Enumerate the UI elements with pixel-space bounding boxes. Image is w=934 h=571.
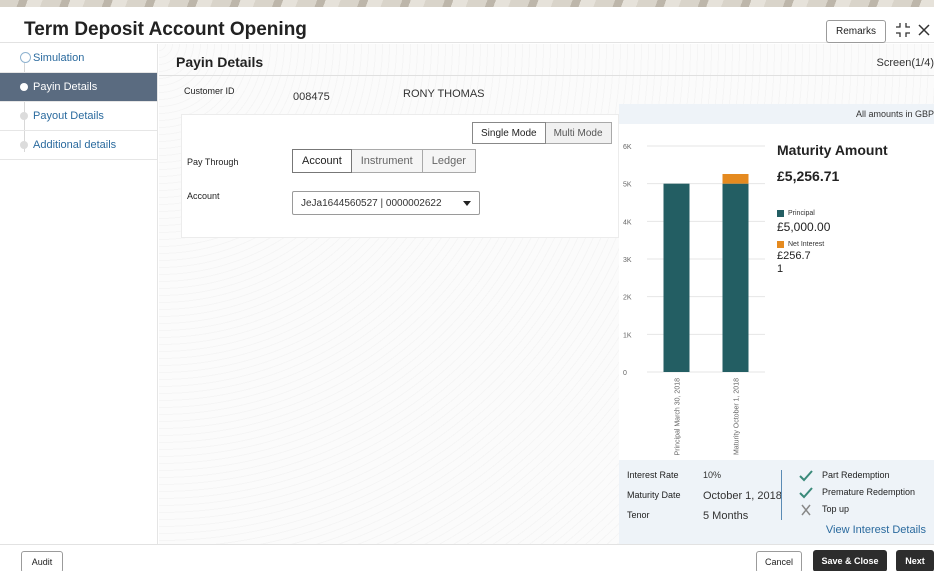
interest-legend-swatch xyxy=(777,241,784,248)
maturity-date-label: Maturity Date xyxy=(627,490,681,500)
pay-ledger-button[interactable]: Ledger xyxy=(422,149,476,173)
interest-value: £256.7 xyxy=(777,250,811,262)
customer-name: RONY THOMAS xyxy=(403,88,485,100)
y-tick-label: 5K xyxy=(623,182,632,189)
account-select-value: JeJa1644560527 | 0000002622 xyxy=(301,197,442,209)
bar-principal xyxy=(722,183,749,372)
maturity-amount: £5,256.71 xyxy=(777,168,840,184)
pay-through-label: Pay Through xyxy=(187,157,239,167)
section-title: Payin Details xyxy=(176,54,264,70)
step-dot xyxy=(20,112,28,120)
sidebar-item-label: Payout Details xyxy=(33,110,104,122)
y-tick-label: 2K xyxy=(623,295,632,302)
x-tick-label: Principal March 30, 2018 xyxy=(675,378,682,456)
bar-net-interest xyxy=(722,173,749,184)
part-redemption-label: Part Redemption xyxy=(822,470,890,480)
account-select[interactable]: JeJa1644560527 | 0000002622 xyxy=(292,191,480,215)
bar-principal xyxy=(663,183,690,372)
sidebar-item-label: Payin Details xyxy=(33,81,98,93)
y-tick-label: 6K xyxy=(623,144,632,151)
maturity-date-value: October 1, 2018 xyxy=(703,490,782,502)
single-mode-button[interactable]: Single Mode xyxy=(472,122,546,144)
top-decorative-strip xyxy=(0,0,934,7)
y-tick-label: 4K xyxy=(623,219,632,226)
y-tick-label: 0 xyxy=(623,370,627,377)
mode-toggle: Single Mode Multi Mode xyxy=(472,122,612,144)
next-button[interactable]: Next xyxy=(896,550,934,571)
maturity-chart: 0 1K 2K 3K 4K 5K 6K Principal March 30, 2018 Mat… xyxy=(623,144,765,456)
chart-card: 0 1K 2K 3K 4K 5K 6K Principal March 30, 2018 Mat… xyxy=(619,124,934,460)
cross-icon xyxy=(801,504,811,516)
sidebar-item-label: Additional details xyxy=(33,139,117,151)
pay-through-toggle: Account Instrument Ledger xyxy=(292,149,476,173)
sidebar-item-label: Simulation xyxy=(33,52,85,64)
top-up-label: Top up xyxy=(822,504,850,514)
customer-id-label: Customer ID xyxy=(184,86,235,96)
premature-redemption-label: Premature Redemption xyxy=(822,487,916,497)
page-title: Term Deposit Account Opening xyxy=(24,19,307,40)
audit-button[interactable]: Audit xyxy=(21,551,63,571)
expand-icon[interactable] xyxy=(895,22,911,38)
amounts-note: All amounts in GBP xyxy=(855,109,934,119)
sidebar-item-additional-details[interactable]: Additional details xyxy=(0,131,157,160)
screen-indicator: Screen(1/4) xyxy=(876,57,934,69)
divider xyxy=(159,75,934,76)
remarks-button[interactable]: Remarks xyxy=(826,20,886,43)
payin-form-card: Single Mode Multi Mode Pay Through Accou… xyxy=(181,114,619,238)
customer-id-value: 008475 xyxy=(293,91,330,103)
y-tick-label: 3K xyxy=(623,257,632,264)
pay-account-button[interactable]: Account xyxy=(292,149,352,173)
maturity-title: Maturity Amount xyxy=(777,142,888,158)
principal-legend-label: Principal xyxy=(788,210,815,217)
close-icon[interactable] xyxy=(917,22,931,38)
tenor-value: 5 Months xyxy=(703,510,749,522)
step-dot xyxy=(20,141,28,149)
summary-panel: All amounts in GBP 0 1K 2K 3K 4K 5K 6K Principa… xyxy=(619,104,934,544)
header: Term Deposit Account Opening Remarks xyxy=(0,7,934,43)
completed-icon xyxy=(20,52,31,63)
x-tick-label: Maturity October 1, 2018 xyxy=(734,378,741,455)
sidebar-item-simulation[interactable]: Simulation xyxy=(0,44,157,73)
principal-value: £5,000.00 xyxy=(777,220,831,234)
interest-legend-label: Net Interest xyxy=(788,241,825,248)
multi-mode-button[interactable]: Multi Mode xyxy=(545,122,612,144)
current-step-dot xyxy=(20,83,28,91)
view-interest-details-link[interactable]: View Interest Details xyxy=(826,524,926,536)
pay-instrument-button[interactable]: Instrument xyxy=(351,149,423,173)
check-icon xyxy=(799,487,813,499)
save-close-button[interactable]: Save & Close xyxy=(813,550,887,571)
account-label: Account xyxy=(187,191,220,201)
divider xyxy=(781,470,782,520)
sidebar-item-payin-details[interactable]: Payin Details xyxy=(0,73,157,102)
main-content: Payin Details Screen(1/4) Customer ID 00… xyxy=(159,44,934,544)
caret-down-icon xyxy=(463,201,471,206)
interest-rate-label: Interest Rate xyxy=(627,470,679,480)
check-icon xyxy=(799,470,813,482)
interest-value-overflow: 1 xyxy=(777,263,784,275)
sidebar-item-payout-details[interactable]: Payout Details xyxy=(0,102,157,131)
footer: Audit Cancel Save & Close Next xyxy=(0,544,934,571)
tenor-label: Tenor xyxy=(627,510,650,520)
principal-legend-swatch xyxy=(777,210,784,217)
cancel-button[interactable]: Cancel xyxy=(756,551,802,571)
y-tick-label: 1K xyxy=(623,332,632,339)
interest-rate-value: 10% xyxy=(703,470,722,480)
sidebar: Simulation Payin Details Payout Details … xyxy=(0,44,158,544)
